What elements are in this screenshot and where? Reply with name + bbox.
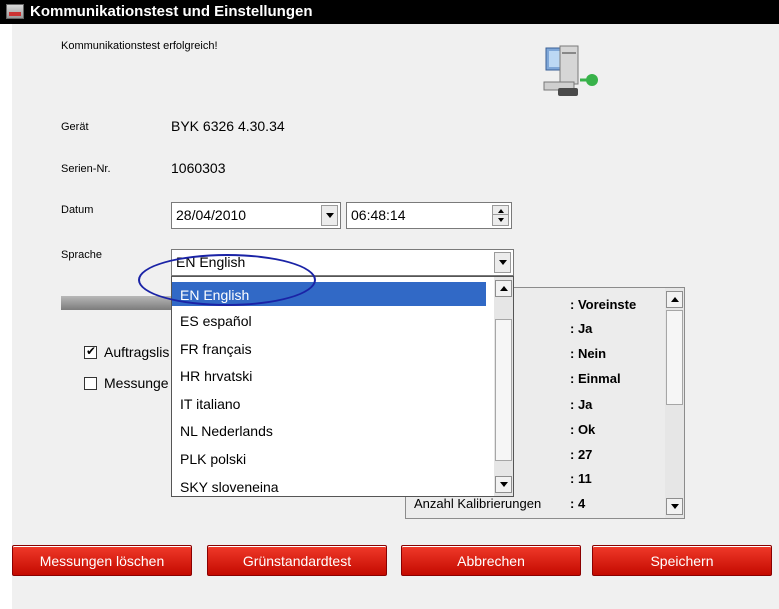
language-option[interactable]: EN English (172, 282, 486, 306)
messungen-checkbox[interactable] (84, 377, 97, 390)
app-icon (6, 4, 24, 19)
language-option[interactable]: FR français (172, 336, 486, 360)
language-selected: EN English (176, 254, 246, 270)
delete-measurements-button[interactable]: Messungen löschen (12, 545, 192, 576)
auftragsliste-label: Auftragslis (104, 344, 170, 360)
time-field[interactable]: 06:48:14 (346, 202, 512, 229)
scroll-thumb[interactable] (495, 319, 512, 461)
spin-down-icon[interactable] (492, 214, 509, 226)
datum-label: Datum (61, 204, 94, 216)
chevron-down-icon[interactable] (321, 205, 338, 226)
scroll-up-icon[interactable] (495, 280, 512, 297)
serien-label: Serien-Nr. (61, 163, 111, 175)
language-select[interactable]: EN English (171, 249, 514, 276)
messungen-label: Messunge (104, 375, 169, 391)
language-option[interactable]: NL Nederlands (172, 418, 486, 442)
date-picker[interactable]: 28/04/2010 (171, 202, 341, 229)
serien-value: 1060303 (171, 160, 226, 176)
scroll-down-icon[interactable] (666, 498, 683, 515)
status-message: Kommunikationstest erfolgreich! (61, 40, 218, 52)
sprache-label: Sprache (61, 249, 102, 261)
geraet-value: BYK 6326 4.30.34 (171, 118, 285, 134)
language-dropdown-list[interactable]: EN English ES español FR français HR hrv… (171, 276, 514, 497)
green-standard-test-button[interactable]: Grünstandardtest (207, 545, 387, 576)
date-value: 28/04/2010 (176, 207, 247, 223)
section-divider (61, 296, 181, 310)
title-bar: Kommunikationstest und Einstellungen (0, 0, 779, 24)
language-option[interactable]: ES español (172, 308, 486, 332)
language-option[interactable]: SKY sloveneina (172, 474, 486, 496)
language-option[interactable]: PLK polski (172, 446, 486, 470)
language-option[interactable]: IT italiano (172, 391, 486, 415)
time-spinner[interactable] (492, 205, 509, 226)
computer-network-icon (543, 45, 598, 96)
cancel-button[interactable]: Abbrechen (401, 545, 581, 576)
chevron-down-icon[interactable] (494, 252, 511, 273)
language-option[interactable]: HR hrvatski (172, 363, 486, 387)
window-title: Kommunikationstest und Einstellungen (30, 3, 313, 20)
scroll-thumb[interactable] (666, 310, 683, 405)
time-value: 06:48:14 (351, 207, 406, 223)
dropdown-scrollbar[interactable] (494, 277, 513, 496)
auftragsliste-checkbox[interactable] (84, 344, 97, 359)
geraet-label: Gerät (61, 121, 89, 133)
scroll-down-icon[interactable] (495, 476, 512, 493)
settings-scrollbar[interactable] (665, 288, 684, 518)
scroll-up-icon[interactable] (666, 291, 683, 308)
save-button[interactable]: Speichern (592, 545, 772, 576)
